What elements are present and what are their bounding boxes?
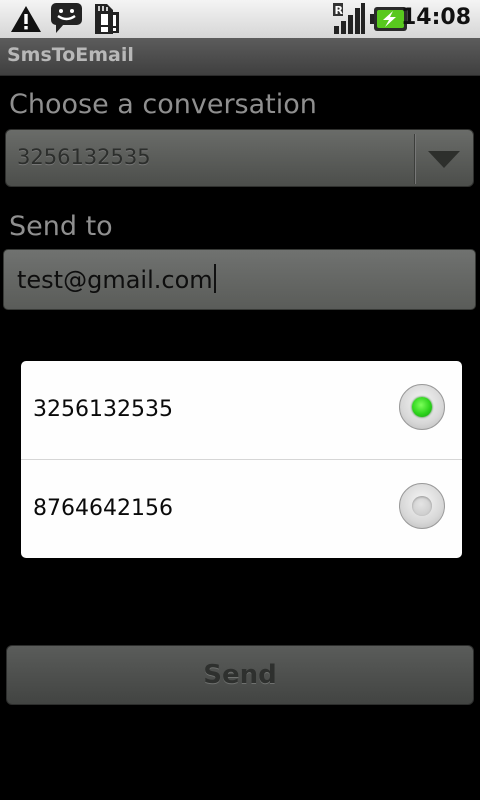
svg-text:R: R	[335, 4, 344, 17]
chevron-down-icon	[428, 151, 460, 168]
send-button-label: Send	[203, 660, 277, 690]
spinner-divider	[414, 134, 415, 184]
conversation-option[interactable]: 3256132535	[21, 361, 462, 460]
radio-button-selected[interactable]	[399, 384, 445, 430]
send-to-email-value: test@gmail.com	[17, 264, 216, 294]
radio-dot-icon	[412, 496, 432, 516]
radio-button-unselected[interactable]	[399, 483, 445, 529]
send-button[interactable]: Send	[6, 645, 474, 705]
screen: R 14:08 SmsToEmail Choose a conversation…	[0, 0, 480, 800]
conversation-choice-dialog: 3256132535 8764642156	[21, 361, 462, 558]
conversation-option-number: 8764642156	[33, 496, 173, 521]
status-bar: R 14:08	[0, 0, 480, 39]
roaming-signal-icon: R	[332, 2, 366, 39]
sd-card-warning-icon	[90, 3, 120, 39]
text-cursor	[213, 264, 216, 293]
conversation-option[interactable]: 8764642156	[21, 460, 462, 558]
send-to-label: Send to	[9, 211, 113, 242]
radio-dot-icon	[412, 397, 432, 417]
email-text: test@gmail.com	[17, 266, 213, 294]
status-time: 14:08	[400, 5, 471, 30]
conversation-option-number: 3256132535	[33, 397, 173, 422]
send-to-email-input[interactable]: test@gmail.com	[3, 249, 476, 310]
conversation-label: Choose a conversation	[9, 89, 317, 120]
conversation-spinner[interactable]: 3256132535	[5, 129, 474, 187]
warning-icon	[10, 5, 42, 37]
app-title-bar: SmsToEmail	[0, 38, 480, 76]
app-title: SmsToEmail	[7, 44, 134, 66]
conversation-selected-value: 3256132535	[17, 145, 151, 169]
sms-notification-icon	[50, 2, 84, 38]
